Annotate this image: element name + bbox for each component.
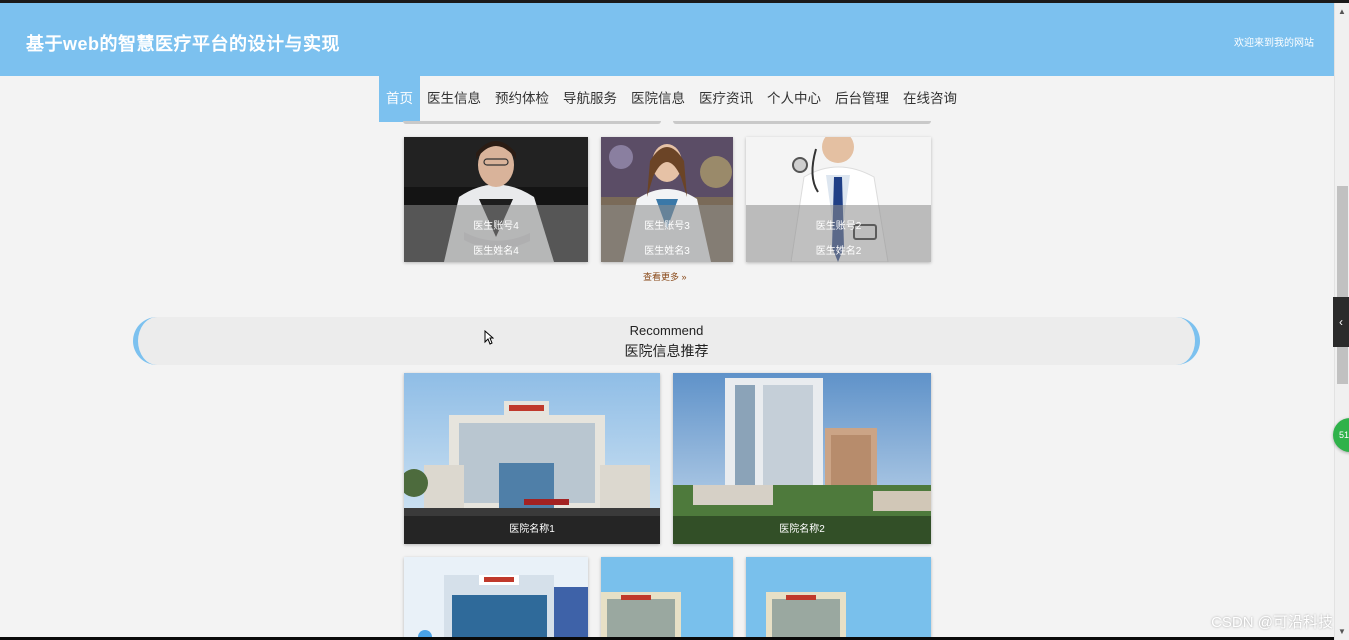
hospital-card[interactable] xyxy=(404,557,588,640)
site-header: 基于web的智慧医疗平台的设计与实现 欢迎来到我的网站 xyxy=(0,3,1334,76)
site-title: 基于web的智慧医疗平台的设计与实现 xyxy=(26,34,341,54)
doctor-info-overlay: 医生账号3 医生姓名3 xyxy=(601,205,733,262)
view-more-doctors-link[interactable]: 查看更多 » xyxy=(643,270,687,283)
side-panel-toggle[interactable]: ‹ xyxy=(1333,297,1349,347)
scroll-down-arrow-icon[interactable]: ▼ xyxy=(1338,627,1346,636)
hospital-card[interactable] xyxy=(601,557,733,640)
previous-card-edge xyxy=(673,121,931,124)
nav-item-consult[interactable]: 在线咨询 xyxy=(896,76,964,122)
doctor-info-overlay: 医生账号4 医生姓名4 xyxy=(404,205,588,262)
view-more-label: 查看更多 xyxy=(643,272,680,282)
double-chevron-right-icon: » xyxy=(681,272,687,282)
doctor-account: 医生账号4 xyxy=(473,221,519,232)
main-nav: 首页 医生信息 预约体检 导航服务 医院信息 医疗资讯 个人中心 后台管理 在线… xyxy=(379,76,964,122)
mouse-cursor-icon xyxy=(484,329,495,350)
nav-item-hospitals[interactable]: 医院信息 xyxy=(624,76,692,122)
hospital-card[interactable] xyxy=(746,557,931,640)
doctor-name: 医生姓名3 xyxy=(644,246,690,257)
doctor-name: 医生姓名4 xyxy=(473,246,519,257)
doctor-name: 医生姓名2 xyxy=(815,246,862,257)
nav-item-news[interactable]: 医疗资讯 xyxy=(692,76,760,122)
hospital-card[interactable]: 医院名称2 xyxy=(673,373,931,544)
previous-card-edge xyxy=(403,121,661,124)
recommend-section-header: Recommend 医院信息推荐 xyxy=(133,317,1200,365)
hospital-name: 医院名称1 xyxy=(404,516,660,544)
welcome-text: 欢迎来到我的网站 xyxy=(1234,38,1314,49)
doctor-card[interactable]: 医生账号3 医生姓名3 xyxy=(601,137,733,262)
nav-item-profile[interactable]: 个人中心 xyxy=(760,76,828,122)
hospital-photo xyxy=(601,557,733,640)
chevron-left-icon: ‹ xyxy=(1339,315,1343,329)
nav-item-home[interactable]: 首页 xyxy=(379,76,420,122)
scroll-up-arrow-icon[interactable]: ▲ xyxy=(1338,7,1346,16)
nav-item-navigation[interactable]: 导航服务 xyxy=(556,76,624,122)
scrollbar-thumb[interactable] xyxy=(1337,186,1348,384)
hospital-photo xyxy=(404,557,588,640)
doctor-account: 医生账号3 xyxy=(644,221,690,232)
hospital-name: 医院名称2 xyxy=(673,516,931,544)
watermark: CSDN @可沿科技 xyxy=(1211,614,1333,631)
nav-item-checkup[interactable]: 预约体检 xyxy=(488,76,556,122)
doctor-info-overlay: 医生账号2 医生姓名2 xyxy=(746,205,931,262)
doctor-account: 医生账号2 xyxy=(815,221,862,232)
nav-item-admin[interactable]: 后台管理 xyxy=(828,76,896,122)
recommend-english-title: Recommend xyxy=(629,323,704,338)
nav-item-doctors[interactable]: 医生信息 xyxy=(420,76,488,122)
hospital-photo xyxy=(746,557,931,640)
hospital-card[interactable]: 医院名称1 xyxy=(404,373,660,544)
recommend-chinese-title: 医院信息推荐 xyxy=(624,343,709,359)
doctor-card[interactable]: 医生账号4 医生姓名4 xyxy=(404,137,588,262)
doctor-card[interactable]: 医生账号2 医生姓名2 xyxy=(746,137,931,262)
